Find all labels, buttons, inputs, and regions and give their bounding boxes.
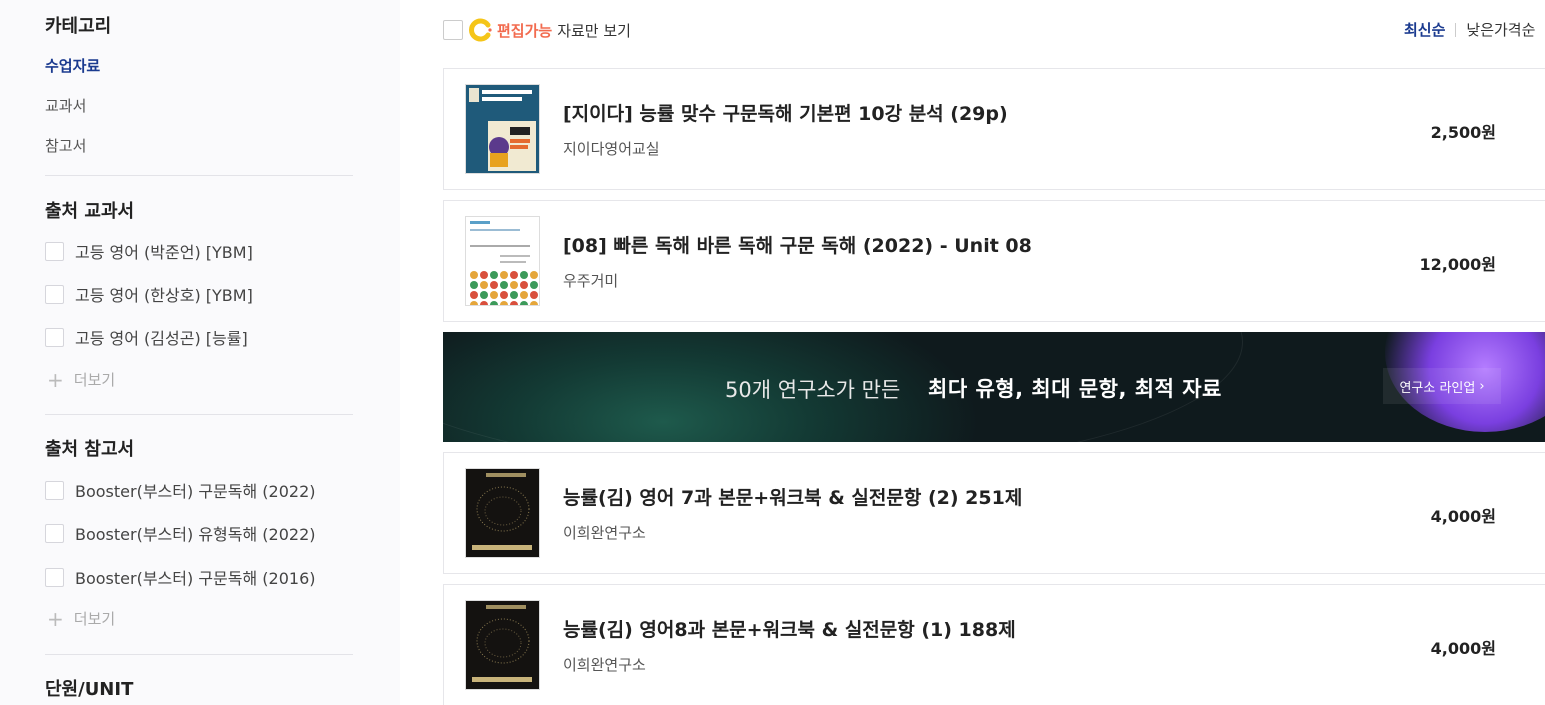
- unit-filter-title: 단원/UNIT: [45, 679, 134, 700]
- product-price: 2,500원: [1430, 123, 1496, 142]
- product-price: 4,000원: [1430, 507, 1496, 526]
- editable-label: 편집가능: [497, 21, 553, 40]
- divider: [45, 414, 353, 415]
- product-title[interactable]: 능률(김) 영어8과 본문+워크북 & 실전문항 (1) 188제: [563, 615, 1016, 642]
- editable-filter: 편집가능 자료만 보기: [443, 18, 631, 42]
- product-thumbnail: [465, 216, 540, 306]
- checkbox[interactable]: [45, 327, 64, 347]
- lineup-button[interactable]: 연구소 라인업 ›: [1383, 368, 1501, 404]
- option-label: Booster(부스터) 구문독해 (2022): [75, 482, 316, 501]
- textbook-filter-title: 출처 교과서: [45, 201, 135, 222]
- checkbox[interactable]: [45, 480, 64, 500]
- checkbox[interactable]: [45, 523, 64, 543]
- category-item-reference[interactable]: 참고서: [45, 135, 86, 156]
- lineup-button-label: 연구소 라인업: [1399, 380, 1476, 396]
- promo-banner[interactable]: 50개 연구소가 만든 최다 유형, 최대 문항, 최적 자료 연구소 라인업 …: [443, 332, 1545, 442]
- product-title[interactable]: [08] 빠른 독해 바른 독해 구문 독해 (2022) - Unit 08: [563, 231, 1032, 258]
- option-label: 고등 영어 (박준언) [YBM]: [75, 243, 253, 262]
- editable-suffix: 자료만 보기: [557, 21, 631, 40]
- reference-filter-option[interactable]: Booster(부스터) 구문독해 (2016): [45, 565, 316, 589]
- more-label: 더보기: [73, 610, 116, 628]
- banner-headline: 최다 유형, 최대 문항, 최적 자료: [928, 377, 1222, 401]
- category-item-class-material[interactable]: 수업자료: [45, 55, 100, 76]
- book-cover-image: [466, 601, 539, 689]
- product-thumbnail: [465, 468, 540, 558]
- sort-options: 최신순 낮은가격순: [1404, 19, 1535, 40]
- textbook-more-button[interactable]: + 더보기: [47, 369, 115, 390]
- reference-filter-option[interactable]: Booster(부스터) 유형독해 (2022): [45, 521, 316, 545]
- reference-more-button[interactable]: + 더보기: [47, 608, 115, 629]
- divider: [45, 654, 353, 655]
- textbook-filter-option[interactable]: 고등 영어 (한상호) [YBM]: [45, 282, 253, 306]
- checkbox[interactable]: [45, 284, 64, 304]
- product-title[interactable]: [지이다] 능률 맞수 구문독해 기본편 10강 분석 (29p): [563, 99, 1008, 126]
- c-logo-icon: [469, 18, 492, 42]
- sort-separator: [1455, 22, 1457, 37]
- product-card[interactable]: [지이다] 능률 맞수 구문독해 기본편 10강 분석 (29p) 지이다영어교…: [443, 68, 1545, 190]
- product-title[interactable]: 능률(김) 영어 7과 본문+워크북 & 실전문항 (2) 251제: [563, 483, 1022, 510]
- banner-text: 50개 연구소가 만든: [725, 378, 901, 402]
- product-card[interactable]: 능률(김) 영어8과 본문+워크북 & 실전문항 (1) 188제 이희완연구소…: [443, 584, 1545, 705]
- option-label: Booster(부스터) 유형독해 (2022): [75, 525, 316, 544]
- more-label: 더보기: [73, 371, 116, 389]
- plus-icon: +: [47, 606, 64, 631]
- option-label: 고등 영어 (한상호) [YBM]: [75, 286, 253, 305]
- book-cover-image: [466, 217, 539, 305]
- product-seller: 지이다영어교실: [563, 140, 660, 158]
- product-seller: 이희완연구소: [563, 524, 646, 542]
- category-item-textbook[interactable]: 교과서: [45, 95, 86, 116]
- plus-icon: +: [47, 367, 64, 392]
- product-price: 4,000원: [1430, 639, 1496, 658]
- book-cover-image: [466, 469, 539, 557]
- checkbox[interactable]: [45, 241, 64, 261]
- textbook-filter-option[interactable]: 고등 영어 (박준언) [YBM]: [45, 239, 253, 263]
- option-label: 고등 영어 (김성곤) [능률]: [75, 329, 248, 348]
- category-title: 카테고리: [45, 16, 112, 37]
- product-thumbnail: [465, 84, 540, 174]
- book-cover-image: [466, 85, 539, 173]
- product-card[interactable]: [08] 빠른 독해 바른 독해 구문 독해 (2022) - Unit 08 …: [443, 200, 1545, 322]
- reference-filter-title: 출처 참고서: [45, 439, 135, 460]
- reference-filter-option[interactable]: Booster(부스터) 구문독해 (2022): [45, 478, 316, 502]
- option-label: Booster(부스터) 구문독해 (2016): [75, 569, 316, 588]
- product-thumbnail: [465, 600, 540, 690]
- sort-lowest-price[interactable]: 낮은가격순: [1466, 19, 1535, 40]
- product-seller: 우주거미: [563, 272, 619, 290]
- product-card[interactable]: 능률(김) 영어 7과 본문+워크북 & 실전문항 (2) 251제 이희완연구…: [443, 452, 1545, 574]
- checkbox[interactable]: [45, 567, 64, 587]
- product-seller: 이희완연구소: [563, 656, 646, 674]
- editable-only-checkbox[interactable]: [443, 20, 463, 40]
- textbook-filter-option[interactable]: 고등 영어 (김성곤) [능률]: [45, 325, 248, 349]
- sort-latest[interactable]: 최신순: [1404, 19, 1445, 40]
- divider: [45, 175, 353, 176]
- sidebar: 카테고리 수업자료 교과서 참고서 출처 교과서 고등 영어 (박준언) [YB…: [0, 0, 400, 705]
- chevron-right-icon: ›: [1479, 378, 1485, 394]
- product-price: 12,000원: [1419, 255, 1496, 274]
